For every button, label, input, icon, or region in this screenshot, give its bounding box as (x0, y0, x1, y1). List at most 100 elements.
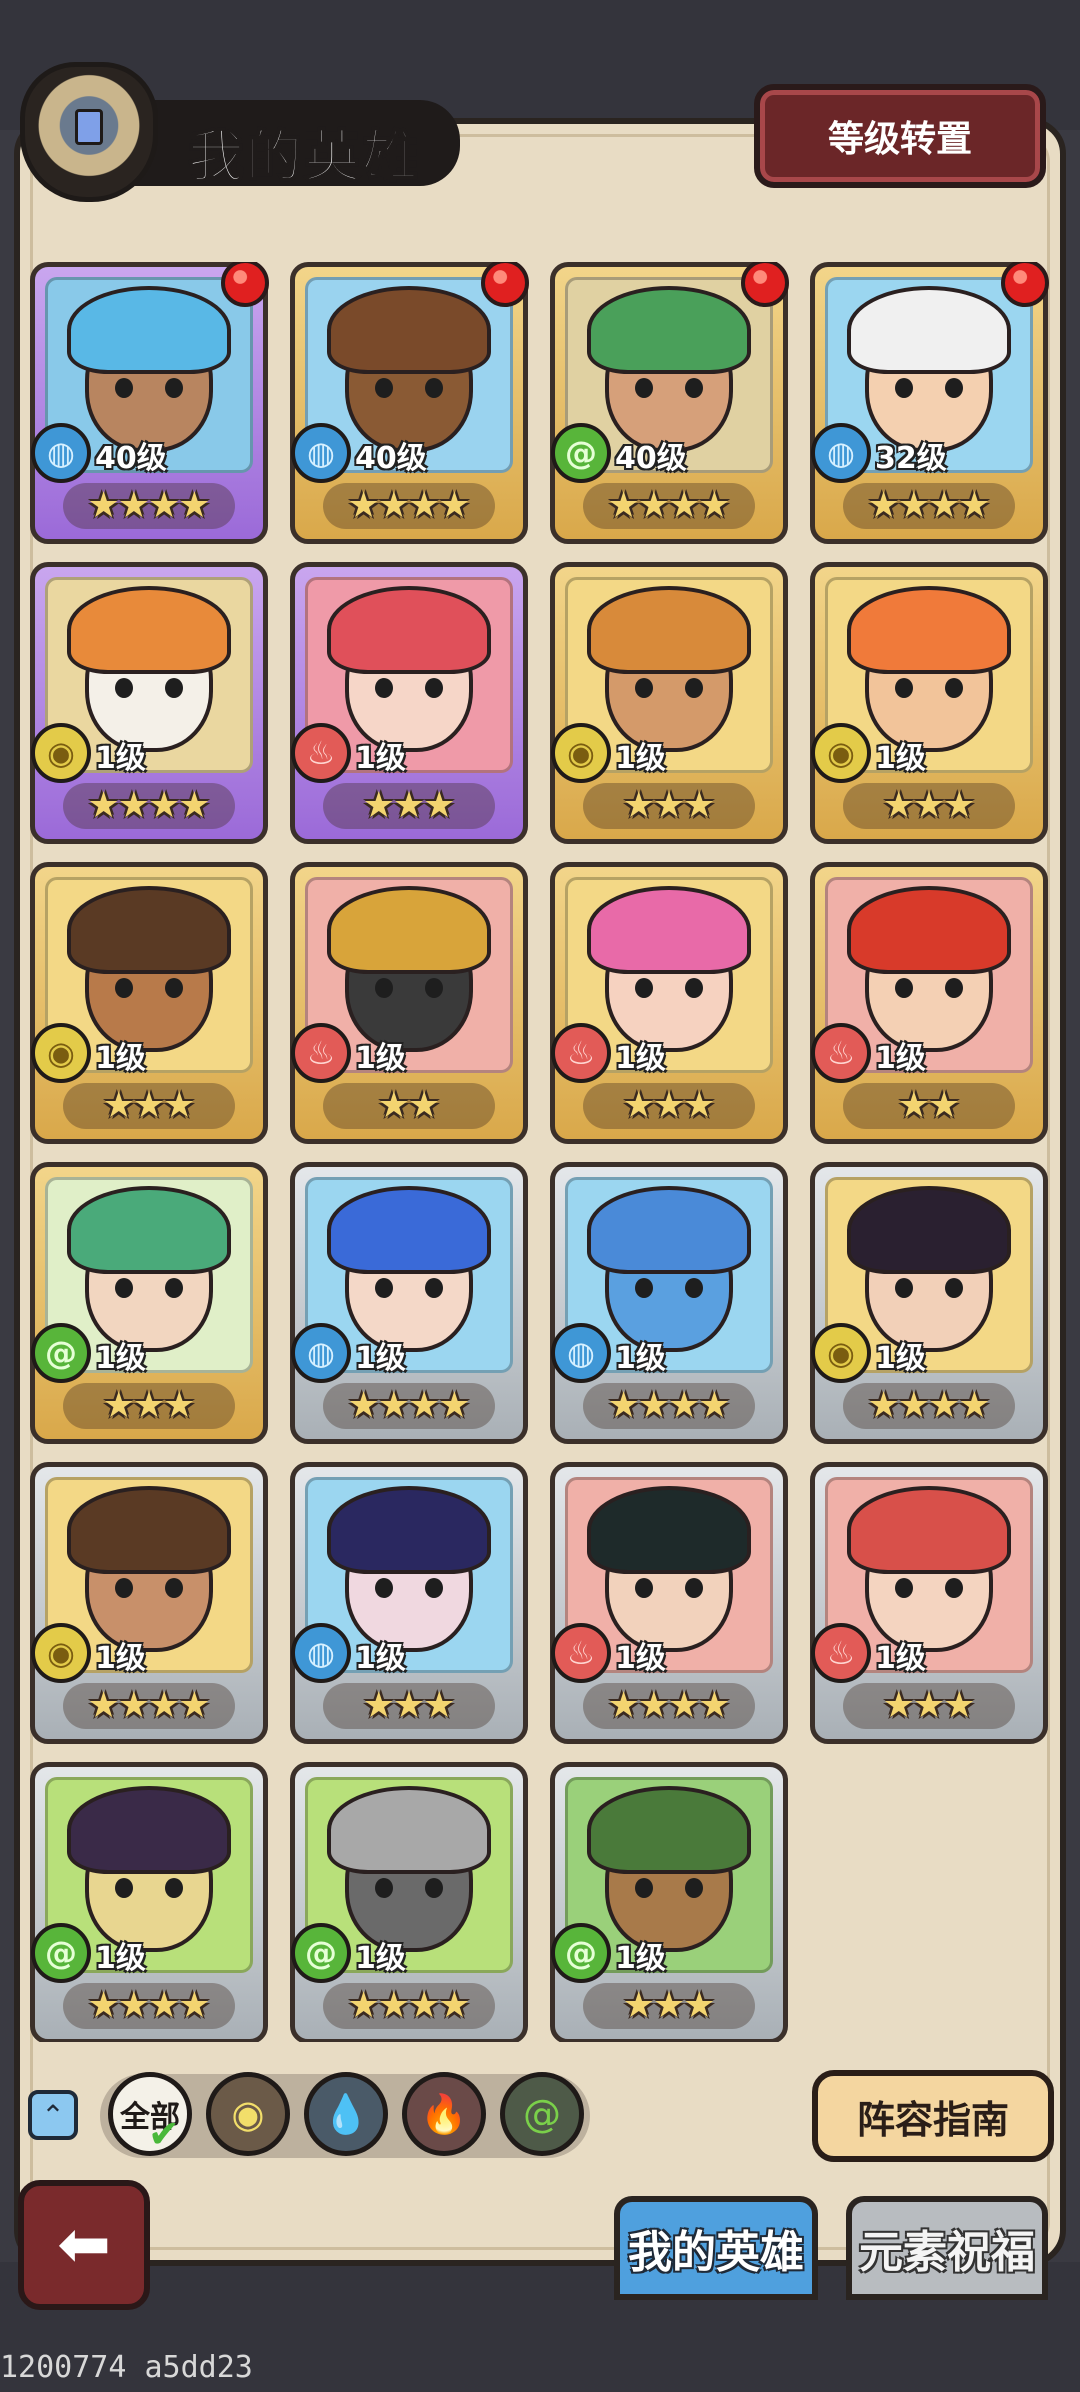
hero-card[interactable]: ◍ 32级 ★ ★ ★ ★ (810, 262, 1049, 544)
hero-hair (327, 1786, 491, 1874)
star-icon: ★ (102, 1385, 135, 1426)
hero-eye (115, 978, 133, 998)
star-icon: ★ (912, 785, 946, 826)
fire-element-icon: 🔥 (420, 2091, 468, 2136)
star-icon: ★ (117, 1685, 150, 1726)
notification-dot (741, 262, 789, 307)
hero-card[interactable]: ♨ 1级 ★ ★ ★ (550, 862, 788, 1144)
star-icon: ★ (377, 1985, 410, 2026)
hero-card[interactable]: ◉ 1级 ★ ★ ★ ★ (30, 562, 268, 844)
hero-hair (587, 286, 751, 374)
star-icon: ★ (637, 1685, 670, 1726)
star-icon: ★ (163, 1385, 196, 1426)
wind-element-icon: @ (523, 2092, 561, 2136)
hero-card[interactable]: @1级 ★ ★ ★ (550, 1762, 788, 2042)
hero-card[interactable]: ◉ 1级 ★ ★ ★ (550, 562, 788, 844)
star-icon: ★ (377, 1085, 410, 1126)
tab-element-blessing[interactable]: 元素祝福 (846, 2196, 1048, 2300)
hero-eye (165, 678, 183, 698)
hero-eye (165, 1578, 183, 1598)
hero-eye (425, 1878, 443, 1898)
star-rating: ★ ★ ★ ★ (63, 783, 235, 829)
hero-level: 40级 (355, 441, 427, 476)
star-icon: ★ (607, 485, 640, 526)
star-icon: ★ (132, 1085, 166, 1126)
hero-hair (587, 1486, 751, 1574)
hero-card[interactable]: ◉ 1级 ★ ★ ★ ★ (810, 1162, 1048, 1444)
title-banner: 我的英雄 (130, 100, 460, 191)
star-icon: ★ (867, 485, 900, 526)
hero-level: 1级 (875, 741, 926, 776)
star-icon: ★ (622, 1985, 655, 2026)
page-title: 我的英雄 (187, 124, 420, 191)
star-icon: ★ (698, 1685, 731, 1726)
tab-my-heroes[interactable]: 我的英雄 (614, 2196, 818, 2300)
hero-eye (895, 1278, 913, 1298)
hero-card[interactable]: ◍ 40级 ★ ★ ★ ★ (290, 262, 529, 544)
star-rating: ★ ★ ★ ★ (843, 483, 1015, 529)
star-rating: ★ ★ ★ (63, 1083, 235, 1129)
earth-element-icon: ◉ (231, 2092, 265, 2136)
hero-card[interactable]: ◉ 1级 ★ ★ ★ (30, 862, 268, 1144)
hero-card[interactable]: ◍ 40级 ★ ★ ★ ★ (30, 262, 269, 544)
hero-card[interactable]: @40级 ★ ★ ★ ★ (550, 262, 789, 544)
star-icon: ★ (607, 1385, 640, 1426)
hero-card[interactable]: ♨ 1级 ★ ★ ★ (810, 1462, 1048, 1744)
hero-eye (115, 378, 133, 398)
hero-eye (115, 1578, 133, 1598)
star-icon: ★ (943, 1685, 976, 1726)
star-icon: ★ (377, 1385, 410, 1426)
lineup-guide-button[interactable]: 阵容指南 (812, 2070, 1054, 2162)
star-rating: ★ ★ ★ ★ (63, 483, 235, 529)
back-button[interactable]: ⬅ (18, 2180, 150, 2310)
hero-hair (67, 1786, 231, 1874)
star-icon: ★ (362, 785, 395, 826)
filter-wind-button[interactable]: @ (500, 2072, 584, 2156)
filter-water-button[interactable]: 💧 (304, 2072, 388, 2156)
star-rating: ★ ★ ★ ★ (583, 1383, 755, 1429)
hero-card[interactable]: ♨ 1级 ★ ★ ★ ★ (550, 1462, 788, 1744)
hero-card[interactable]: ◉ 1级 ★ ★ ★ ★ (30, 1462, 268, 1744)
hero-card[interactable]: @1级 ★ ★ ★ (30, 1162, 268, 1444)
hero-eye (425, 678, 443, 698)
hero-card[interactable]: ♨ 1级 ★ ★ ★ (290, 562, 528, 844)
wind-element-icon: @ (551, 1923, 611, 1983)
hero-eye (685, 1278, 703, 1298)
hero-card[interactable]: @1级 ★ ★ ★ ★ (30, 1762, 268, 2042)
hero-level: 1级 (355, 1641, 406, 1676)
hero-card[interactable]: ◍ 1级 ★ ★ ★ (290, 1462, 528, 1744)
star-rating: ★ ★ ★ (583, 783, 755, 829)
helmet-icon (20, 62, 158, 202)
star-icon: ★ (117, 785, 150, 826)
wind-element-icon: @ (291, 1923, 351, 1983)
hero-eye (425, 1578, 443, 1598)
hero-eye (685, 378, 703, 398)
notification-dot (221, 262, 269, 307)
star-icon: ★ (148, 485, 181, 526)
star-rating: ★ ★ ★ (843, 783, 1015, 829)
star-icon: ★ (347, 1985, 380, 2026)
filter-fire-button[interactable]: 🔥 (402, 2072, 486, 2156)
hero-card[interactable]: ◍ 1级 ★ ★ ★ ★ (290, 1162, 528, 1444)
hero-level: 1级 (95, 1941, 146, 1976)
star-icon: ★ (928, 1085, 961, 1126)
filter-earth-button[interactable]: ◉ (206, 2072, 290, 2156)
star-icon: ★ (928, 485, 961, 526)
hero-card[interactable]: ◉ 1级 ★ ★ ★ (810, 562, 1048, 844)
wind-element-icon: @ (551, 423, 611, 483)
hero-card[interactable]: ♨ 1级 ★ ★ (290, 862, 528, 1144)
hero-card[interactable]: ◍ 1级 ★ ★ ★ ★ (550, 1162, 788, 1444)
collapse-up-button[interactable]: ⌃ (28, 2090, 78, 2140)
water-element-icon: ◍ (551, 1323, 611, 1383)
hero-eye (635, 1278, 653, 1298)
star-icon: ★ (392, 1685, 426, 1726)
hero-card[interactable]: @1级 ★ ★ ★ ★ (290, 1762, 528, 2042)
water-element-icon: ◍ (291, 423, 351, 483)
hero-card[interactable]: ♨ 1级 ★ ★ (810, 862, 1048, 1144)
hero-hair (67, 1186, 231, 1274)
notification-dot (481, 262, 529, 307)
fire-element-icon: ♨ (811, 1623, 871, 1683)
level-transfer-button[interactable]: 等级转置 (754, 84, 1046, 188)
hero-eye (635, 1878, 653, 1898)
hero-hair (587, 1786, 751, 1874)
